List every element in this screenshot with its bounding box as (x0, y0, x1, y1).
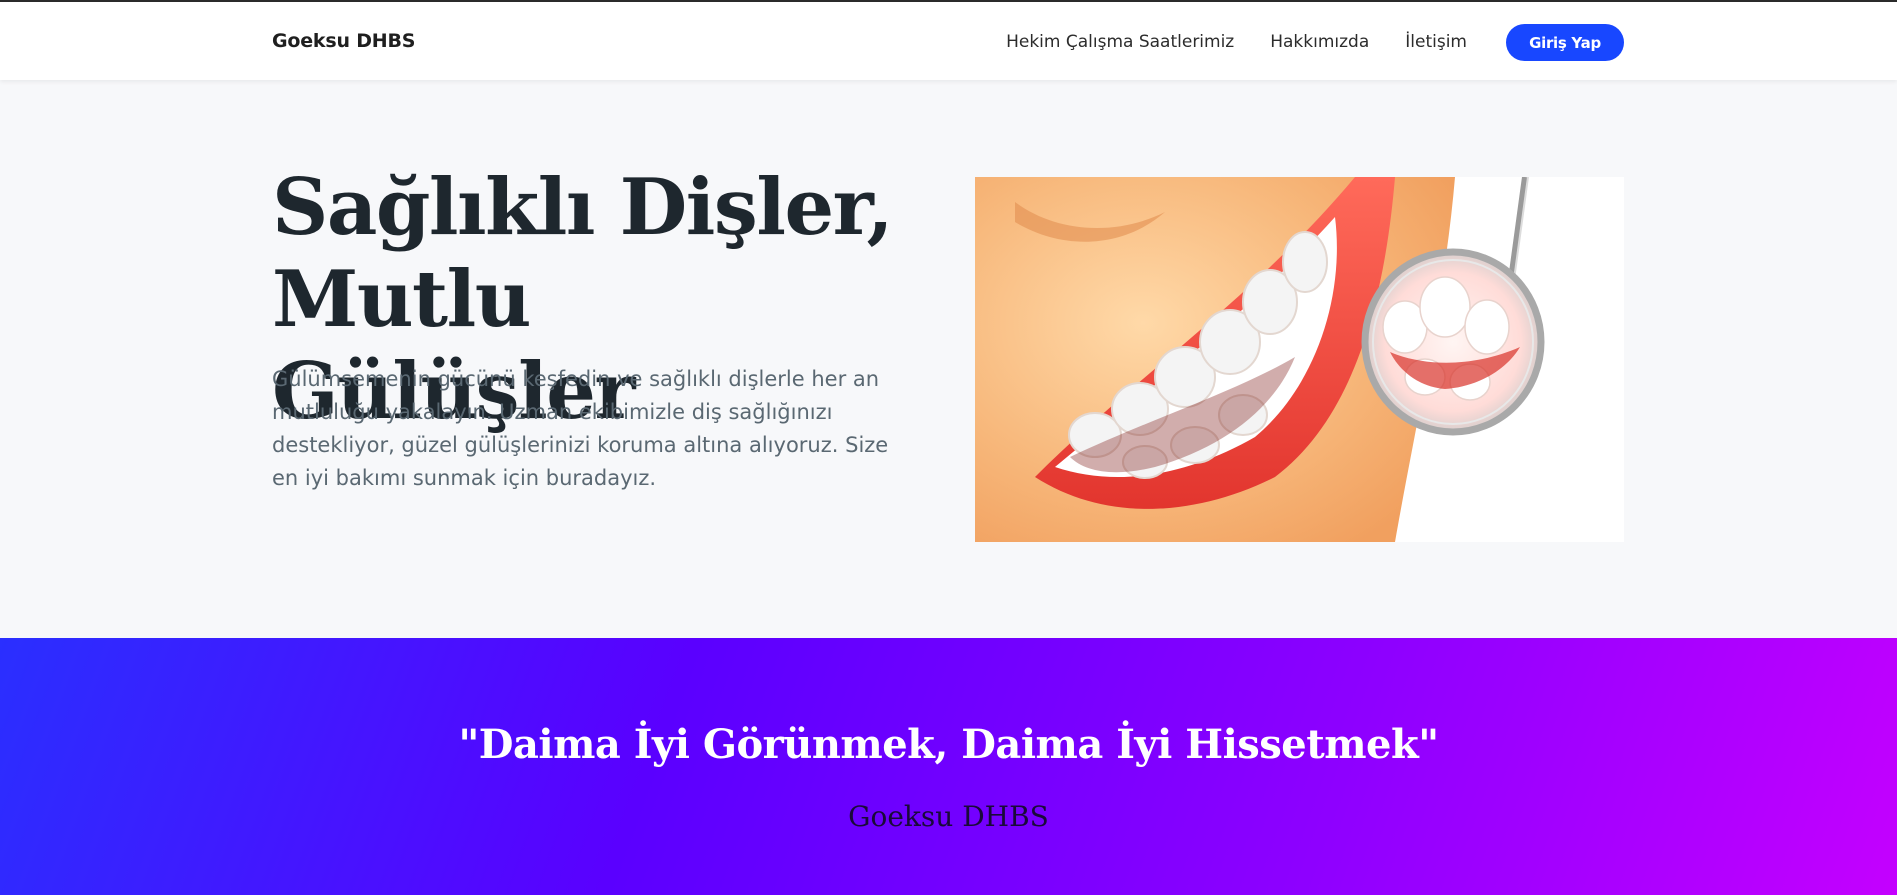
hero-section: Sağlıklı Dişler, Mutlu Gülüşler Gülümsem… (0, 80, 1897, 638)
brand-logo[interactable]: Goeksu DHBS (272, 30, 415, 52)
nav-link-contact[interactable]: İletişim (1405, 32, 1467, 52)
quote-author: Goeksu DHBS (848, 800, 1049, 833)
login-button[interactable]: Giriş Yap (1506, 24, 1624, 61)
nav-link-about[interactable]: Hakkımızda (1270, 32, 1369, 52)
smiling-teeth-image (975, 177, 1624, 542)
nav-link-working-hours[interactable]: Hekim Çalışma Saatlerimiz (1006, 32, 1234, 52)
hero-description: Gülümsemenin gücünü keşfedin ve sağlıklı… (272, 367, 889, 490)
quote-section: "Daima İyi Görünmek, Daima İyi Hissetmek… (0, 638, 1897, 895)
navbar: Goeksu DHBS Hekim Çalışma Saatlerimiz Ha… (0, 2, 1897, 80)
nav-links: Hekim Çalışma Saatlerimiz Hakkımızda İle… (1006, 32, 1467, 52)
hero-title-line-1: Sağlıklı Dişler, (272, 162, 894, 253)
quote-text: "Daima İyi Görünmek, Daima İyi Hissetmek… (458, 721, 1439, 768)
hero-image (975, 177, 1624, 542)
